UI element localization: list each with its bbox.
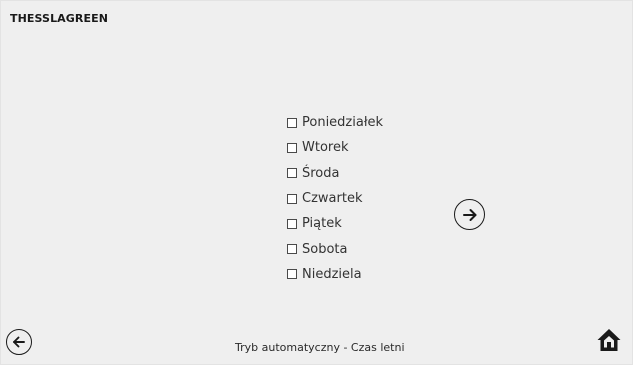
home-icon[interactable] (596, 327, 622, 353)
screen: THESSLAGREEN Poniedziałek Wtorek Środa C… (0, 0, 633, 365)
mode-status-text: Tryb automatyczny - Czas letni (235, 341, 405, 354)
day-label: Czwartek (302, 191, 363, 207)
day-checkbox-list: Poniedziałek Wtorek Środa Czwartek Piąte… (287, 110, 383, 287)
day-item-niedziela[interactable]: Niedziela (287, 262, 383, 287)
day-checkbox[interactable] (287, 218, 297, 229)
day-checkbox[interactable] (287, 269, 297, 280)
day-label: Sobota (302, 241, 348, 257)
day-item-sroda[interactable]: Środa (287, 161, 383, 186)
brand-logo: THESSLAGREEN (10, 12, 109, 25)
arrow-left-icon (13, 336, 25, 348)
day-checkbox[interactable] (287, 244, 297, 255)
next-button[interactable] (454, 199, 485, 230)
arrow-right-icon (462, 208, 476, 221)
day-item-sobota[interactable]: Sobota (287, 236, 383, 261)
day-item-poniedzialek[interactable]: Poniedziałek (287, 110, 383, 135)
day-item-piatek[interactable]: Piątek (287, 211, 383, 236)
day-item-wtorek[interactable]: Wtorek (287, 135, 383, 160)
day-checkbox[interactable] (287, 142, 297, 153)
day-label: Poniedziałek (302, 115, 384, 131)
day-item-czwartek[interactable]: Czwartek (287, 186, 383, 211)
day-checkbox[interactable] (287, 117, 297, 128)
day-checkbox[interactable] (287, 168, 297, 179)
day-label: Niedziela (302, 266, 362, 282)
day-label: Środa (302, 165, 340, 181)
day-label: Piątek (302, 216, 342, 232)
day-checkbox[interactable] (287, 193, 297, 204)
day-label: Wtorek (302, 140, 349, 156)
back-button[interactable] (6, 329, 32, 355)
